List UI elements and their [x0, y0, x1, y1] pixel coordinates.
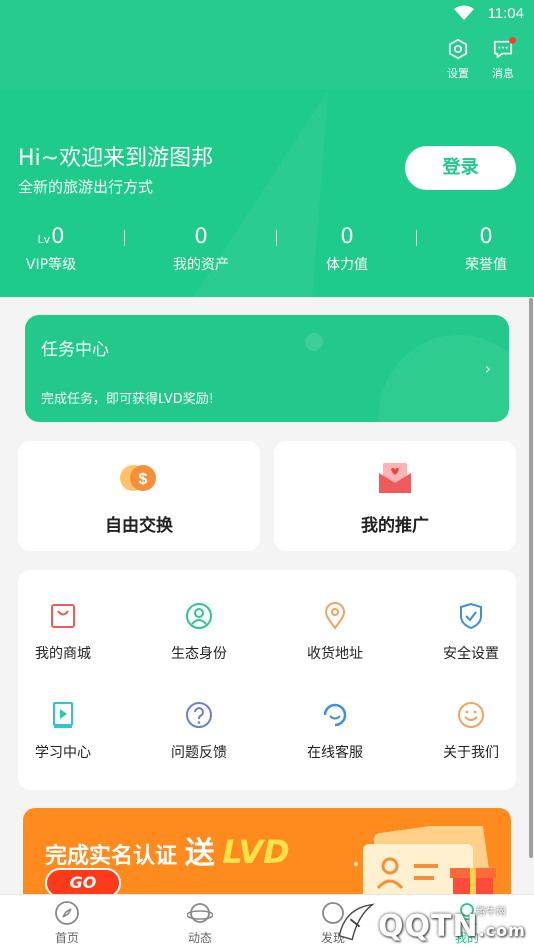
unread-badge	[509, 37, 516, 44]
free-exchange-card[interactable]: $ 自由交换	[18, 441, 260, 551]
customer-service-icon	[323, 703, 347, 727]
settings-label: 设置	[447, 67, 469, 80]
watermark-subtext: 腾牛网	[476, 907, 506, 918]
wifi-icon	[454, 5, 474, 20]
service-label: 在线客服	[307, 745, 363, 761]
task-center-title: 任务中心	[41, 340, 109, 360]
tab-label: 首页	[54, 931, 79, 945]
card-decoration	[379, 335, 509, 422]
card-decoration	[305, 333, 323, 351]
watermark-logo-icon	[338, 903, 376, 941]
smile-icon	[458, 702, 484, 728]
stat-number: 0	[51, 224, 65, 248]
service-label: 学习中心	[35, 745, 91, 761]
stat-label: VIP等级	[25, 257, 77, 273]
service-label: 安全设置	[443, 646, 499, 662]
service-shipping-address[interactable]: 收货地址	[290, 602, 380, 663]
tab-feed[interactable]: 动态	[160, 900, 240, 946]
stat-value: 0	[479, 224, 493, 248]
messages-button[interactable]: 消息	[485, 37, 521, 81]
chevron-right-icon: ›	[484, 359, 491, 378]
banner-lvd: LVD	[222, 833, 290, 871]
task-center-subtitle: 完成任务，即可获得LVD奖励!	[41, 392, 214, 407]
login-button[interactable]: 登录	[405, 146, 516, 190]
stat-value: 0	[340, 224, 354, 248]
planet-icon	[187, 903, 213, 923]
service-label: 收货地址	[307, 646, 363, 662]
service-label: 生态身份	[171, 646, 227, 662]
question-icon	[186, 702, 212, 728]
stat-value: Lv0	[0, 224, 106, 250]
coin-exchange-icon: $	[120, 465, 156, 491]
banner-text-big: 送	[184, 836, 215, 871]
watermark-domain: .com	[478, 921, 526, 940]
messages-label: 消息	[492, 67, 514, 80]
profile-header: 11:04 设置 消息 Hi~欢迎来到游图邦 全新的旅游出行方式 登录 Lv0 …	[0, 0, 534, 297]
status-bar: 11:04	[0, 0, 534, 28]
stat-label: 我的资产	[173, 257, 229, 273]
stat-prefix: Lv	[37, 233, 51, 246]
greeting-text: Hi~欢迎来到游图邦	[18, 146, 214, 171]
stat-assets[interactable]: 0 我的资产	[146, 224, 256, 274]
service-my-mall[interactable]: 我的商城	[18, 602, 108, 663]
shield-check-icon	[460, 602, 482, 630]
stat-divider	[276, 230, 277, 246]
stat-stamina[interactable]: 0 体力值	[292, 224, 402, 274]
service-label: 问题反馈	[171, 745, 227, 761]
service-label: 关于我们	[443, 745, 499, 761]
stat-vip-level[interactable]: Lv0 VIP等级	[0, 224, 106, 274]
slogan-text: 全新的旅游出行方式	[18, 178, 154, 196]
svg-text:$: $	[139, 471, 148, 488]
video-book-icon	[53, 702, 73, 728]
status-time: 11:04	[487, 5, 524, 22]
shopping-bag-icon	[51, 604, 75, 628]
banner-headline: 完成实名认证 送 LVD	[45, 828, 290, 872]
task-center-card[interactable]: 任务中心 完成任务，即可获得LVD奖励! ›	[25, 315, 509, 422]
card-label: 自由交换	[105, 516, 173, 536]
settings-button[interactable]: 设置	[440, 38, 476, 81]
stat-divider	[416, 230, 417, 246]
settings-icon	[448, 38, 468, 60]
service-learning-center[interactable]: 学习中心	[18, 701, 108, 762]
user-identity-icon	[186, 603, 212, 629]
stat-honor[interactable]: 0 荣誉值	[431, 224, 534, 274]
stat-value: 0	[194, 224, 208, 248]
stat-label: 体力值	[326, 257, 368, 273]
tab-home[interactable]: 首页	[27, 900, 107, 946]
service-about-us[interactable]: 关于我们	[426, 701, 516, 762]
my-promotion-card[interactable]: 我的推广	[274, 441, 516, 551]
qqtn-watermark: QQTN.com 腾牛网	[330, 893, 534, 949]
stat-label: 荣誉值	[465, 257, 507, 273]
card-label: 我的推广	[361, 516, 429, 536]
scrollbar[interactable]	[529, 298, 533, 858]
service-eco-identity[interactable]: 生态身份	[154, 602, 244, 663]
tab-label: 动态	[187, 931, 212, 945]
banner-text: 完成实名认证	[45, 844, 178, 869]
stat-divider	[124, 230, 125, 246]
service-security-settings[interactable]: 安全设置	[426, 602, 516, 663]
compass-icon	[55, 901, 79, 925]
promotion-envelope-icon	[379, 463, 411, 493]
service-online-support[interactable]: 在线客服	[290, 701, 380, 762]
service-label: 我的商城	[35, 646, 91, 662]
watermark-logo-text: QQTN	[378, 909, 479, 944]
services-grid: 我的商城 生态身份 收货地址 安全设置 学习中心 问题反馈 在线客服 关于我们	[18, 570, 516, 790]
location-pin-icon	[324, 602, 346, 630]
service-feedback[interactable]: 问题反馈	[154, 701, 244, 762]
